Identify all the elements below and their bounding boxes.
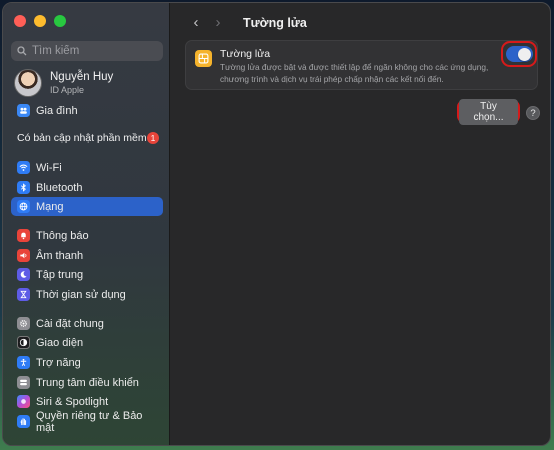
bell-icon [17, 229, 30, 242]
sidebar-item-label: Wi-Fi [36, 161, 62, 174]
update-count-badge: 1 [147, 132, 159, 144]
page-title: Tường lửa [243, 15, 307, 30]
sidebar-item-label: Siri & Spotlight [36, 395, 109, 408]
sidebar-item-label: Trung tâm điều khiển [36, 376, 139, 389]
apple-id-profile[interactable]: Nguyễn Huy ID Apple [14, 69, 113, 97]
hand-icon [17, 415, 30, 428]
search-icon [17, 46, 27, 56]
sidebar-item-label: Bluetooth [36, 181, 83, 194]
options-button[interactable]: Tùy chọn... [459, 98, 518, 125]
wifi-icon [17, 161, 30, 174]
control-center-icon [17, 376, 30, 389]
sidebar-item-privacy-security[interactable]: Quyền riêng tư & Bảo mật [11, 409, 163, 434]
gear-icon [17, 317, 30, 330]
sidebar-item-family[interactable]: Gia đình [11, 101, 163, 120]
minimize-window-button[interactable] [34, 15, 46, 27]
sidebar-item-label: Thời gian sử dụng [36, 288, 126, 301]
window-controls [14, 15, 66, 27]
sidebar-item-label: Giao diện [36, 336, 84, 349]
avatar [14, 69, 42, 97]
sidebar-item-screen-time[interactable]: Thời gian sử dụng [11, 285, 163, 304]
firewall-icon [195, 50, 212, 67]
family-icon [17, 104, 30, 117]
zoom-window-button[interactable] [54, 15, 66, 27]
sidebar-item-siri-spotlight[interactable]: Siri & Spotlight [11, 392, 163, 411]
sidebar-item-label: Tập trung [36, 268, 84, 281]
sidebar-item-focus[interactable]: Tập trung [11, 265, 163, 284]
sidebar-item-label: Cài đặt chung [36, 317, 104, 330]
moon-icon [17, 268, 30, 281]
firewall-toggle[interactable] [505, 46, 533, 62]
sidebar-item-label: Trợ năng [36, 356, 81, 369]
forward-button[interactable]: › [207, 14, 229, 31]
main-panel: ‹ › Tường lửa Tường lửa Tường lửa được b… [171, 3, 550, 445]
settings-window: Nguyễn Huy ID Apple Gia đình Có bản cập … [2, 2, 551, 446]
sidebar-item-accessibility[interactable]: Trợ năng [11, 353, 163, 372]
bluetooth-icon [17, 181, 30, 194]
firewall-toggle-highlight [501, 41, 537, 67]
sidebar-item-appearance[interactable]: Giao diện [11, 333, 163, 352]
toggle-knob [518, 47, 531, 61]
appearance-icon [17, 336, 30, 349]
back-button[interactable]: ‹ [185, 14, 207, 31]
toolbar: ‹ › Tường lửa [185, 14, 307, 31]
siri-icon [17, 395, 30, 408]
profile-subtitle: ID Apple [50, 85, 85, 95]
sidebar-item-label: Âm thanh [36, 249, 84, 262]
firewall-description: Tường lửa được bật và được thiết lập để … [220, 62, 489, 84]
firewall-card: Tường lửa Tường lửa được bật và được thi… [185, 40, 538, 90]
search-input[interactable] [32, 45, 152, 57]
profile-name: Nguyễn Huy [50, 71, 114, 83]
globe-icon [17, 200, 30, 213]
sidebar-item-label: Quyền riêng tư & Bảo mật [36, 409, 143, 434]
sidebar-item-bluetooth[interactable]: Bluetooth [11, 178, 163, 197]
sidebar-item-label: Gia đình [36, 104, 78, 117]
sidebar-item-sound[interactable]: Âm thanh [11, 246, 163, 265]
options-button-highlight: Tùy chọn... [457, 98, 520, 125]
sidebar-item-label: Mạng [36, 200, 64, 213]
speaker-icon [17, 249, 30, 262]
sidebar: Nguyễn Huy ID Apple Gia đình Có bản cập … [3, 3, 170, 445]
help-button[interactable]: ? [526, 106, 540, 120]
close-window-button[interactable] [14, 15, 26, 27]
sidebar-item-wifi[interactable]: Wi-Fi [11, 158, 163, 177]
accessibility-icon [17, 356, 30, 369]
sidebar-item-control-center[interactable]: Trung tâm điều khiển [11, 373, 163, 392]
firewall-title: Tường lửa [220, 48, 271, 60]
sidebar-item-notifications[interactable]: Thông báo [11, 226, 163, 245]
hourglass-icon [17, 288, 30, 301]
software-update-notice[interactable]: Có bản cập nhật phần mềm [17, 132, 147, 144]
search-field[interactable] [11, 41, 163, 61]
sidebar-item-network[interactable]: Mạng [11, 197, 163, 216]
sidebar-item-general[interactable]: Cài đặt chung [11, 314, 163, 333]
sidebar-item-label: Thông báo [36, 229, 89, 242]
